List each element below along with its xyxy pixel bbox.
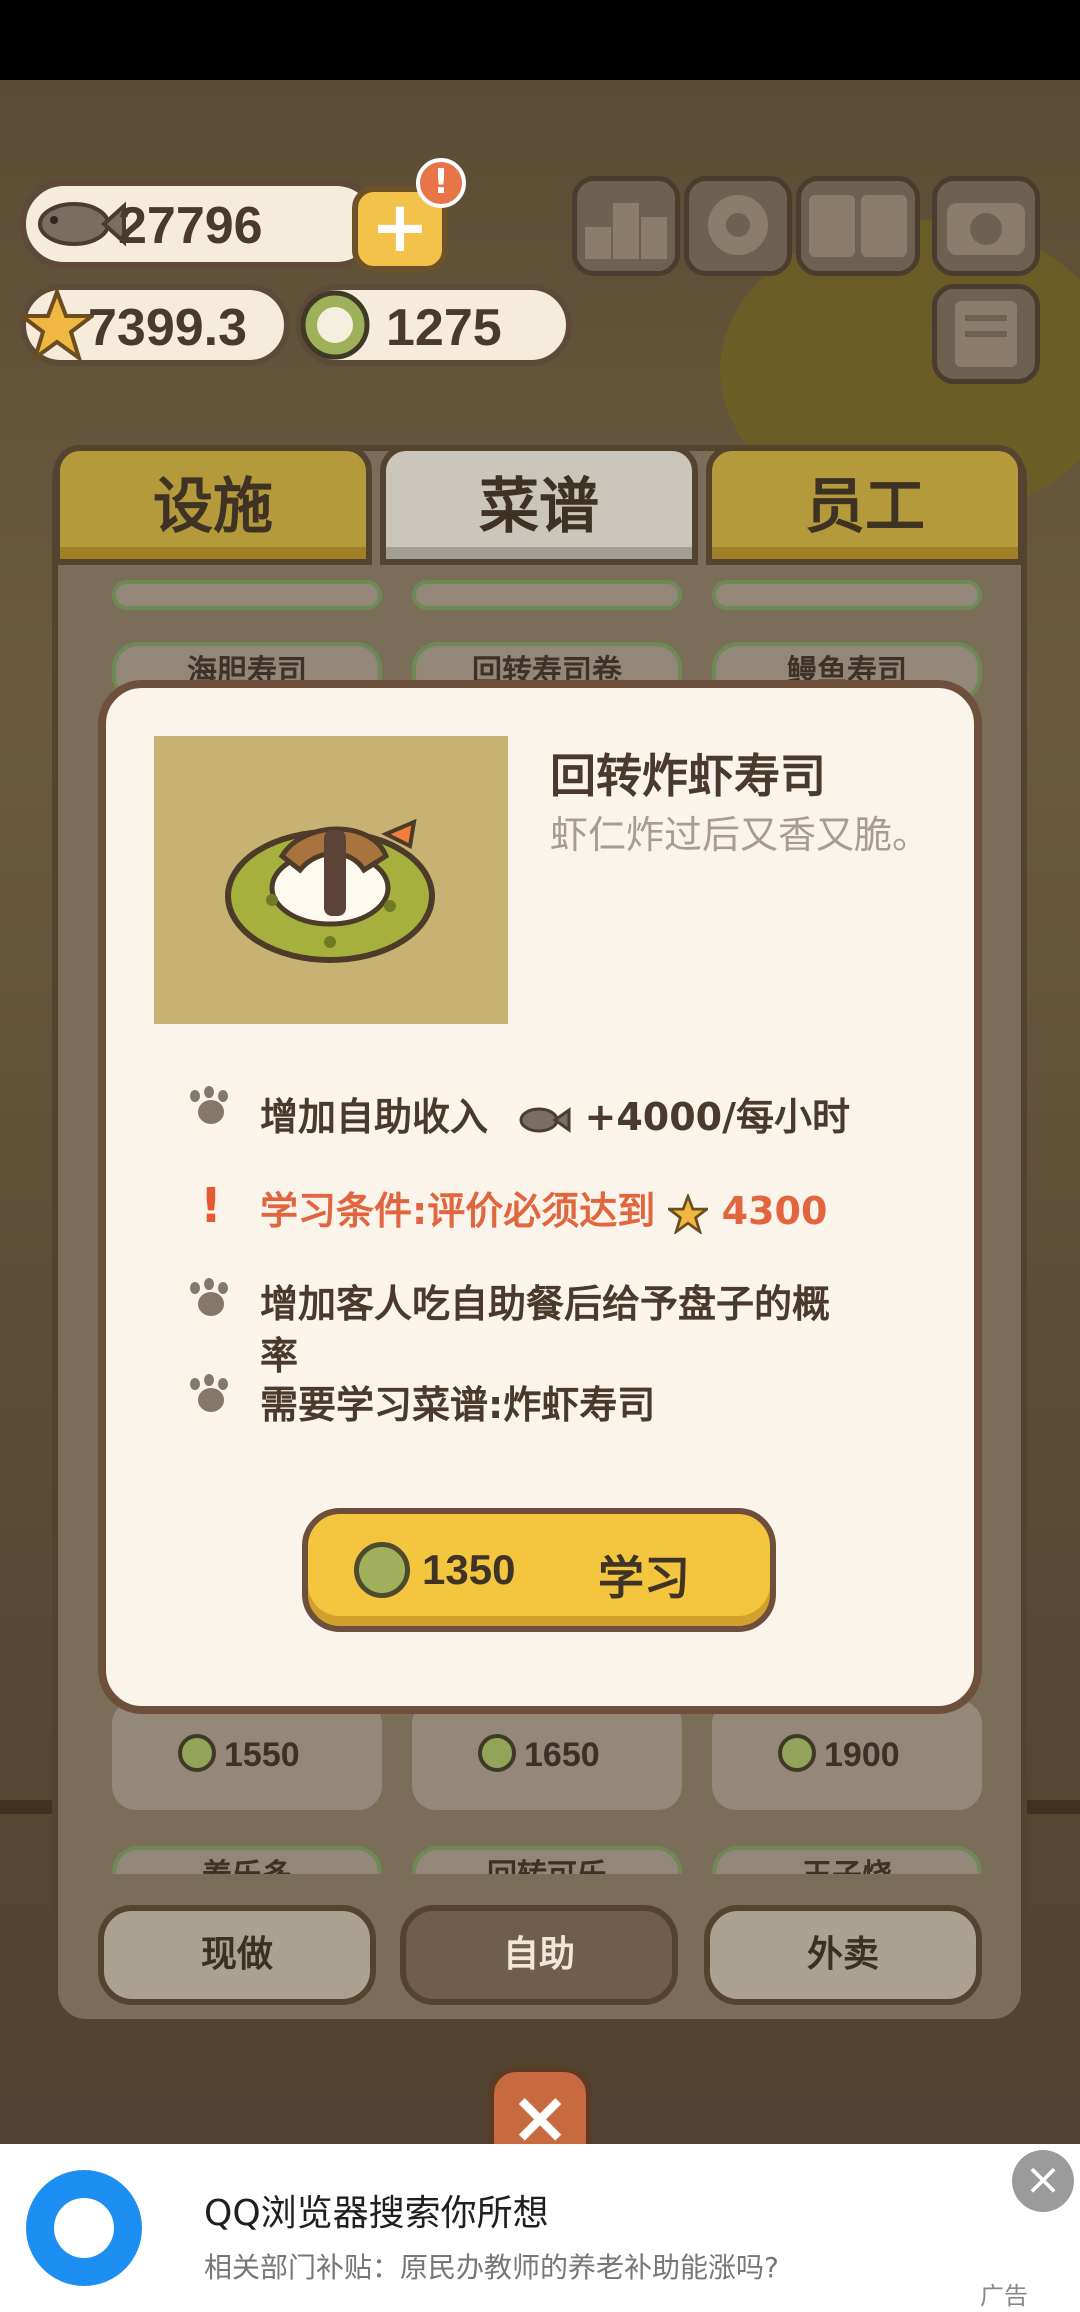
menu-card[interactable]: 养乐多 [112,1846,382,1874]
prerequisite-text: 需要学习菜谱:炸虾寿司 [260,1383,656,1427]
rating-counter: 7399.3 [20,284,290,366]
plate-benefit-row: 增加客人吃自助餐后给予盘子的概率 [260,1278,860,1382]
menu-card[interactable]: 王子烧 [712,1846,982,1874]
buffet-button[interactable]: 自助 [400,1905,678,2005]
tab-underline [386,547,692,559]
gear-icon[interactable] [684,176,792,276]
requirement-text: 学习条件:评价必须达到 [260,1189,656,1233]
menu-card[interactable] [712,580,982,610]
coin-icon [778,1734,816,1772]
menu-card[interactable] [112,580,382,610]
menu-card[interactable]: 回转可乐 [412,1846,682,1874]
button-label: 外卖 [806,1934,879,1975]
menu-card-name: 回转可乐 [487,1858,607,1874]
fish-count: 27796 [118,197,263,255]
learn-price: 1350 [422,1546,516,1593]
button-label: 自助 [502,1934,575,1975]
tab-underline [60,547,366,559]
income-benefit-row: 增加自助收入 +4000/每小时 [260,1086,850,1141]
camera-icon[interactable] [932,176,1040,276]
plate-benefit-text: 增加客人吃自助餐后给予盘子的概率 [260,1282,831,1378]
learn-label: 学习 [598,1551,690,1605]
exclamation-icon: ! [200,1178,222,1234]
paw-icon [188,1374,232,1418]
requirement-value: 4300 [721,1189,828,1233]
fish-counter: 27796 [20,180,380,268]
menu-price-card[interactable]: 1900 [712,1700,982,1810]
menu-price: 1550 [224,1736,300,1774]
requirement-row: 学习条件:评价必须达到 4300 [260,1180,827,1235]
tab-label: 菜谱 [479,472,599,542]
tab-label: 设施 [153,472,273,542]
menu-card[interactable] [412,580,682,610]
ad-subtitle: 相关部门补贴：原民办教师的养老补助能涨吗? [204,2251,779,2284]
income-benefit-text: 增加自助收入 [260,1095,489,1139]
background-shelf [1020,1800,1080,1814]
paw-icon [188,1278,232,1322]
ad-title: QQ浏览器搜索你所想 [204,2193,549,2234]
notes-icon[interactable] [932,284,1040,384]
fried-shrimp-sushi-illustration [225,818,435,963]
star-icon [20,288,94,362]
fish-icon [38,201,126,247]
tab-underline [712,547,1018,559]
recipe-title: 回转炸虾寿司 [550,749,826,803]
recipe-book-icon[interactable] [796,176,920,276]
coin-value: 1275 [386,299,502,357]
dish-image [154,736,508,1024]
tab-staff[interactable]: 员工 [706,445,1024,565]
menu-card-name: 养乐多 [202,1858,292,1874]
tab-recipes[interactable]: 菜谱 [380,445,698,565]
qq-browser-logo [26,2170,142,2286]
takeout-button[interactable]: 外卖 [704,1905,982,2005]
coin-icon [300,290,370,360]
prerequisite-row: 需要学习菜谱:炸虾寿司 [260,1374,655,1429]
background-shelf [0,1800,60,1814]
coin-icon [478,1734,516,1772]
menu-price-card[interactable]: 1550 [112,1700,382,1810]
learn-recipe-button[interactable]: 1350 学习 [302,1508,776,1632]
made-to-order-button[interactable]: 现做 [98,1905,376,2005]
star-icon [665,1191,712,1235]
ad-tag: 广告 [980,2282,1028,2310]
menu-price: 1900 [824,1736,900,1774]
tab-label: 员工 [805,472,925,542]
coin-icon [354,1542,410,1598]
tab-facilities[interactable]: 设施 [54,445,372,565]
alert-badge: ! [416,158,466,208]
button-label: 现做 [200,1934,273,1975]
fish-icon [519,1106,571,1133]
menu-price: 1650 [524,1736,600,1774]
coin-counter: 1275 [296,284,572,366]
rating-value: 7399.3 [88,299,248,357]
recipe-description: 虾仁炸过后又香又脆。 [550,813,931,857]
status-bar [0,0,1080,80]
ad-close-button[interactable]: × [1012,2150,1074,2212]
income-benefit-value: +4000/每小时 [584,1095,850,1139]
ad-banner[interactable]: QQ浏览器搜索你所想 相关部门补贴：原民办教师的养老补助能涨吗? [0,2144,1080,2312]
paw-icon [188,1086,232,1130]
coin-icon [178,1734,216,1772]
ranking-icon[interactable] [572,176,680,276]
menu-card-name: 王子烧 [802,1858,892,1874]
menu-price-card[interactable]: 1650 [412,1700,682,1810]
